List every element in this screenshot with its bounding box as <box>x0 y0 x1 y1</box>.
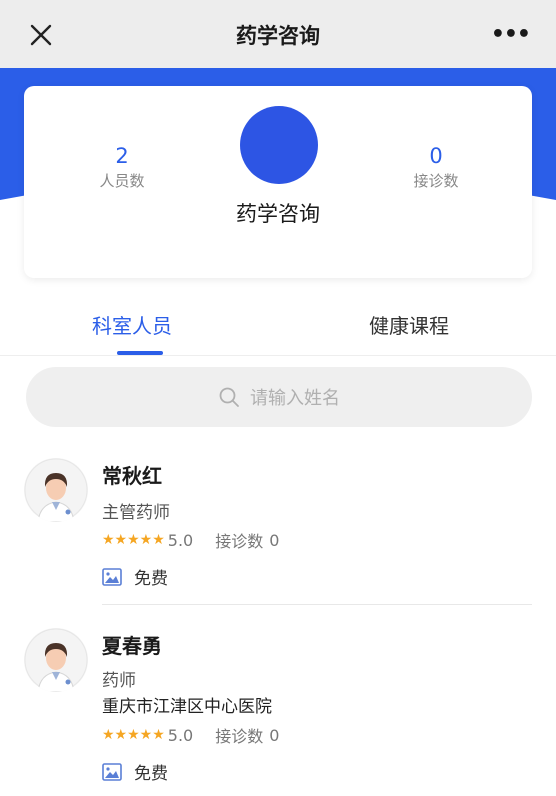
rating-row: ★★★★★ 5.0 接诊数 0 <box>102 723 279 747</box>
doctor-avatar <box>24 458 88 522</box>
tab-bar: 科室人员 健康课程 <box>0 296 556 356</box>
consult-stat: 0 接诊数 <box>376 144 496 191</box>
doctor-title: 主管药师 <box>102 503 170 523</box>
consult-count: 0 <box>429 144 443 168</box>
rating-score: 5.0 <box>167 530 194 550</box>
divider <box>102 604 532 605</box>
nav-bar: 药学咨询 ••• <box>0 0 556 68</box>
doctor-title: 药师 <box>102 671 136 691</box>
star-rating-icon: ★★★★★ <box>102 532 165 548</box>
rating-row: ★★★★★ 5.0 接诊数 0 <box>102 528 279 552</box>
fee-row: 免费 <box>102 759 168 784</box>
search-input[interactable]: 请输入姓名 <box>26 367 532 427</box>
consult-label: 接诊数 <box>215 727 264 746</box>
staff-count: 2 <box>115 144 129 168</box>
fee-row: 免费 <box>102 564 168 589</box>
page-title: 药学咨询 <box>236 24 320 48</box>
active-tab-indicator <box>117 351 163 355</box>
department-card: 2 人员数 药学咨询 0 接诊数 <box>24 86 532 278</box>
doctor-name: 常秋红 <box>102 464 162 488</box>
staff-stat: 2 人员数 <box>62 144 182 191</box>
tab-staff[interactable]: 科室人员 <box>92 310 172 339</box>
image-icon <box>102 567 122 586</box>
consult-label: 接诊数 <box>215 532 264 551</box>
staff-label: 人员数 <box>99 172 145 190</box>
search-icon <box>219 387 239 407</box>
consult-label: 接诊数 <box>413 172 459 190</box>
search-placeholder: 请输入姓名 <box>250 388 340 409</box>
consult-count: 0 <box>269 725 280 745</box>
star-rating-icon: ★★★★★ <box>102 727 165 743</box>
fee-label: 免费 <box>134 764 168 784</box>
fee-label: 免费 <box>134 569 168 589</box>
department-name: 药学咨询 <box>236 202 320 226</box>
more-icon[interactable]: ••• <box>491 22 531 47</box>
doctor-name: 夏春勇 <box>102 634 162 658</box>
department-avatar <box>240 106 318 184</box>
rating-score: 5.0 <box>167 725 194 745</box>
image-icon <box>102 762 122 781</box>
tab-health-courses[interactable]: 健康课程 <box>369 310 449 339</box>
doctor-hospital: 重庆市江津区中心医院 <box>102 697 272 717</box>
consult-count: 0 <box>269 530 280 550</box>
doctor-avatar <box>24 628 88 692</box>
